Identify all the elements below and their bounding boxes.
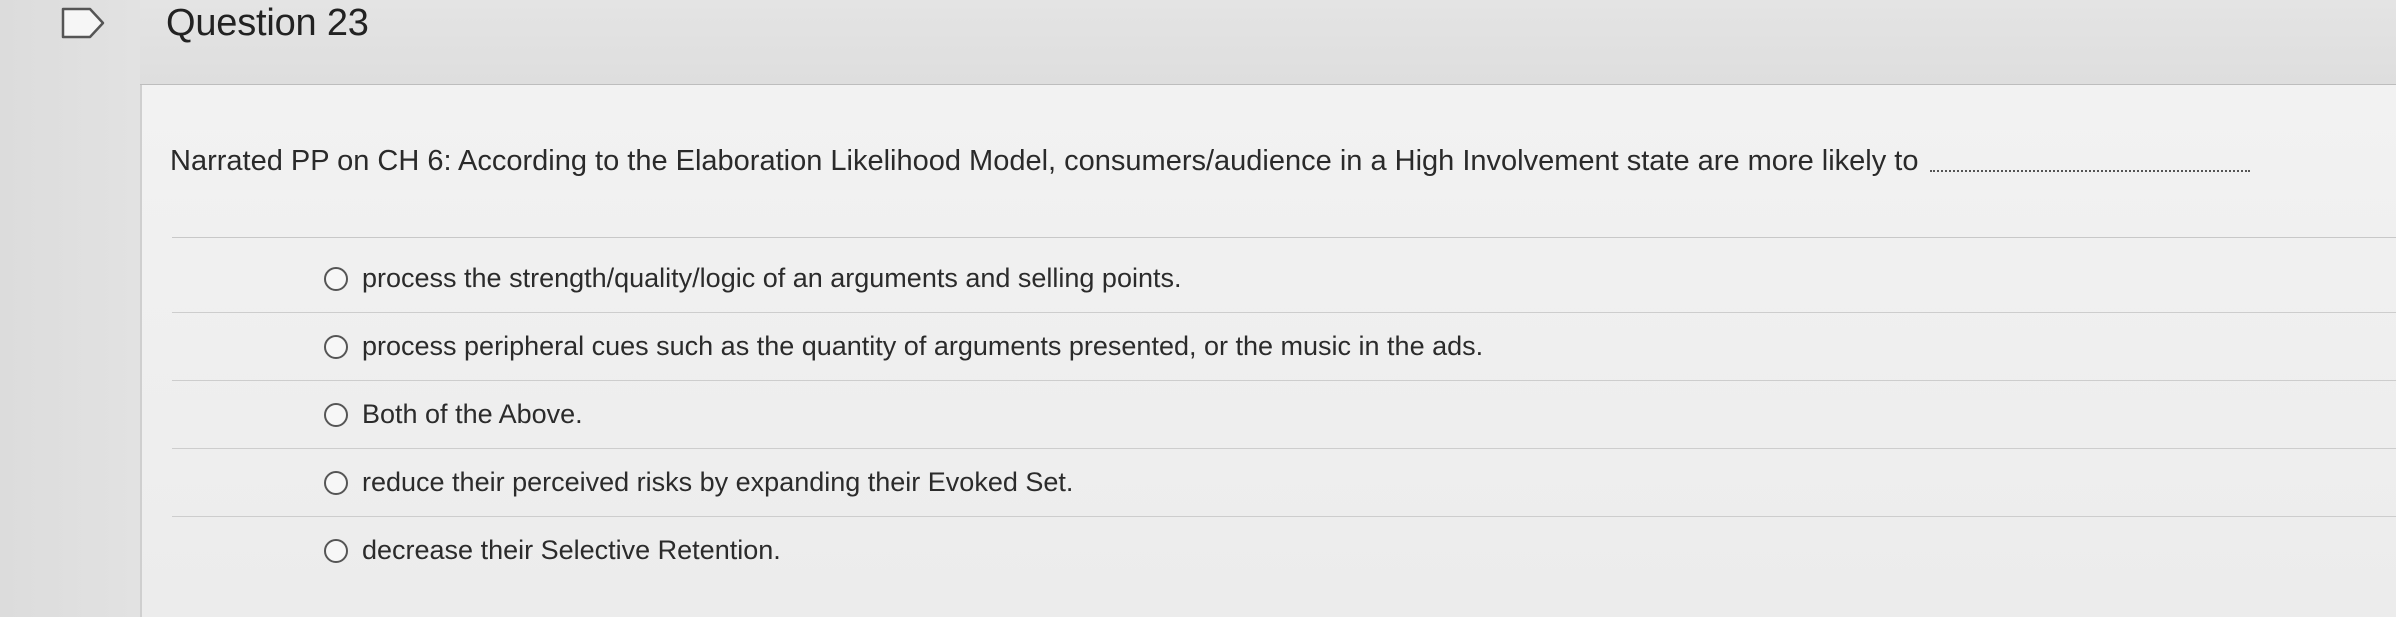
radio-button[interactable]: [324, 334, 348, 359]
radio-button[interactable]: [324, 470, 348, 495]
option-label[interactable]: process the strength/quality/logic of an…: [362, 263, 1181, 294]
question-header: Question 23: [140, 0, 2396, 85]
answer-option-1[interactable]: process the strength/quality/logic of an…: [172, 245, 2396, 313]
radio-button[interactable]: [324, 402, 348, 427]
answer-option-4[interactable]: reduce their perceived risks by expandin…: [172, 449, 2396, 517]
question-content: Narrated PP on CH 6: According to the El…: [140, 85, 2396, 617]
radio-button[interactable]: [324, 266, 348, 291]
divider: [172, 237, 2396, 238]
answer-option-5[interactable]: decrease their Selective Retention.: [172, 517, 2396, 584]
option-label[interactable]: reduce their perceived risks by expandin…: [362, 467, 1073, 498]
question-title: Question 23: [166, 2, 369, 44]
question-prompt: Narrated PP on CH 6: According to the El…: [170, 145, 1919, 177]
option-label[interactable]: decrease their Selective Retention.: [362, 535, 781, 566]
left-gutter: [0, 0, 140, 617]
answer-option-3[interactable]: Both of the Above.: [172, 381, 2396, 449]
option-label[interactable]: process peripheral cues such as the quan…: [362, 331, 1483, 362]
question-text: Narrated PP on CH 6: According to the El…: [170, 145, 2390, 178]
answer-option-2[interactable]: process peripheral cues such as the quan…: [172, 313, 2396, 381]
flag-question-icon[interactable]: [60, 6, 106, 40]
answer-options: process the strength/quality/logic of an…: [172, 245, 2396, 584]
radio-button[interactable]: [324, 538, 348, 563]
option-label[interactable]: Both of the Above.: [362, 399, 583, 430]
answer-blank: [1930, 168, 2251, 172]
